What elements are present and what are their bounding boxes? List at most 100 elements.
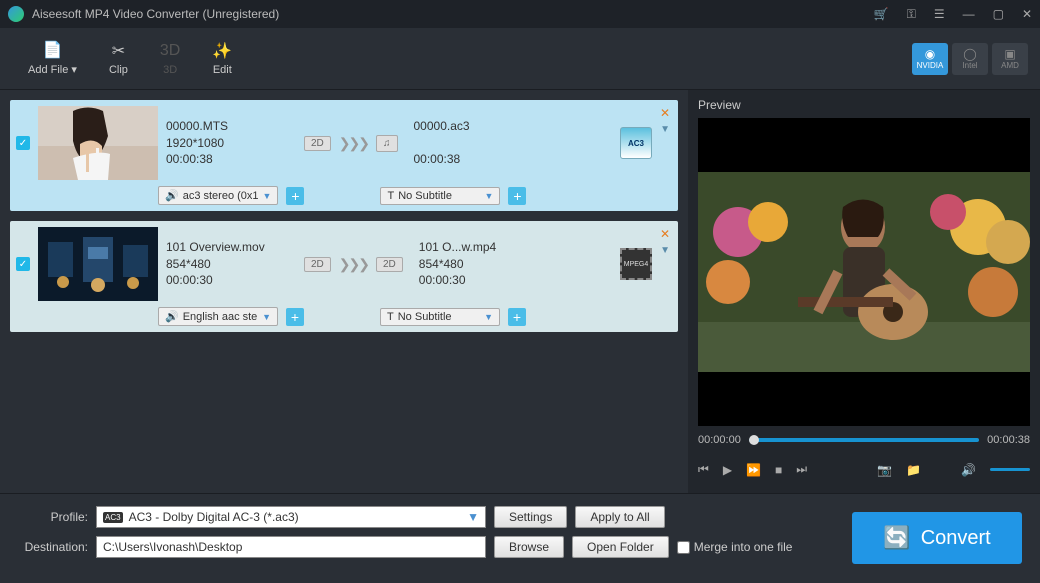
settings-button[interactable]: Settings bbox=[494, 506, 567, 528]
file-checkbox[interactable]: ✓ bbox=[16, 257, 30, 271]
expand-item-icon[interactable]: ▼ bbox=[660, 124, 670, 135]
scissors-icon: ✂ bbox=[112, 42, 125, 60]
subtitle-label: No Subtitle bbox=[398, 311, 452, 323]
speaker-icon: 🔊 bbox=[165, 189, 179, 202]
add-subtitle-button[interactable]: + bbox=[508, 187, 526, 205]
subtitle-select[interactable]: T No Subtitle ▼ bbox=[380, 187, 500, 205]
3d-label: 3D bbox=[163, 64, 177, 76]
subtitle-select[interactable]: T No Subtitle ▼ bbox=[380, 308, 500, 326]
intel-icon: ◯ bbox=[963, 47, 976, 61]
profile-label: Profile: bbox=[16, 510, 88, 524]
src-resolution: 854*480 bbox=[166, 256, 296, 273]
time-current: 00:00:00 bbox=[698, 434, 741, 446]
convert-icon: 🔄 bbox=[883, 525, 910, 551]
preview-video[interactable] bbox=[698, 118, 1030, 426]
snapshot-icon[interactable]: 📷 bbox=[877, 463, 892, 477]
play-icon[interactable]: ▶ bbox=[723, 463, 732, 477]
add-audio-button[interactable]: + bbox=[286, 187, 304, 205]
edit-button[interactable]: ✨ Edit bbox=[196, 36, 248, 82]
key-icon[interactable]: ⚿ bbox=[907, 7, 916, 22]
add-subtitle-button[interactable]: + bbox=[508, 308, 526, 326]
apply-all-button[interactable]: Apply to All bbox=[575, 506, 664, 528]
add-audio-button[interactable]: + bbox=[286, 308, 304, 326]
next-icon[interactable]: ⏭ bbox=[796, 462, 807, 477]
preview-pane: Preview bbox=[688, 90, 1040, 493]
gpu-nvidia-badge[interactable]: ◉ NVIDIA bbox=[912, 43, 948, 75]
destination-input[interactable]: C:\Users\Ivonash\Desktop bbox=[96, 536, 486, 558]
amd-label: AMD bbox=[1001, 61, 1019, 70]
app-logo-icon bbox=[8, 6, 24, 22]
audio-track-select[interactable]: 🔊 ac3 stereo (0x1 ▼ bbox=[158, 186, 278, 205]
src-filename: 101 Overview.mov bbox=[166, 239, 296, 256]
remove-item-icon[interactable]: ✕ bbox=[660, 106, 670, 120]
audio-track-select[interactable]: 🔊 English aac ste ▼ bbox=[158, 307, 278, 326]
time-total: 00:00:38 bbox=[987, 434, 1030, 446]
profile-value: AC3 - Dolby Digital AC-3 (*.ac3) bbox=[129, 510, 299, 524]
close-icon[interactable]: ✕ bbox=[1022, 7, 1032, 21]
browse-button[interactable]: Browse bbox=[494, 536, 564, 558]
speaker-icon: 🔊 bbox=[165, 310, 179, 323]
intel-label: Intel bbox=[962, 61, 977, 70]
arrows-icon: ❯❯❯ bbox=[339, 135, 368, 152]
file-thumbnail bbox=[38, 106, 158, 180]
gpu-amd-badge[interactable]: ▣ AMD bbox=[992, 43, 1028, 75]
maximize-icon[interactable]: ▢ bbox=[993, 7, 1004, 21]
out-filename: 101 O...w.mp4 bbox=[419, 239, 549, 256]
3d-button[interactable]: 3D 3D bbox=[144, 36, 196, 82]
clip-button[interactable]: ✂ Clip bbox=[93, 36, 144, 82]
destination-label: Destination: bbox=[16, 540, 88, 554]
volume-icon[interactable]: 🔊 bbox=[961, 463, 976, 477]
file-list: ✕ ▼ ✓ 00000.MTS 192 bbox=[0, 90, 688, 493]
format-ac3-icon: AC3 bbox=[620, 127, 652, 159]
nvidia-icon: ◉ bbox=[925, 47, 935, 61]
remove-item-icon[interactable]: ✕ bbox=[660, 227, 670, 241]
src-duration: 00:00:30 bbox=[166, 272, 296, 289]
out-duration: 00:00:30 bbox=[419, 272, 549, 289]
stop-icon[interactable]: ■ bbox=[775, 463, 782, 477]
window-title: Aiseesoft MP4 Video Converter (Unregiste… bbox=[32, 7, 874, 21]
volume-slider[interactable] bbox=[990, 468, 1030, 471]
out-duration: 00:00:38 bbox=[414, 151, 544, 168]
out-filename: 00000.ac3 bbox=[414, 118, 544, 135]
profile-select[interactable]: AC3 AC3 - Dolby Digital AC-3 (*.ac3) ▼ bbox=[96, 506, 486, 528]
cart-icon[interactable]: 🛒 bbox=[874, 7, 889, 21]
file-checkbox[interactable]: ✓ bbox=[16, 136, 30, 150]
caret-down-icon: ▼ bbox=[263, 191, 272, 201]
src-2d-badge: 2D bbox=[304, 257, 331, 272]
merge-checkbox[interactable]: Merge into one file bbox=[677, 540, 793, 554]
menu-icon[interactable]: ☰ bbox=[934, 7, 945, 21]
add-file-label: Add File bbox=[28, 64, 68, 76]
open-folder-button[interactable]: Open Folder bbox=[572, 536, 669, 558]
src-resolution: 1920*1080 bbox=[166, 135, 296, 152]
audio-track-label: ac3 stereo (0x1 bbox=[183, 190, 259, 202]
expand-item-icon[interactable]: ▼ bbox=[660, 245, 670, 256]
fast-forward-icon[interactable]: ⏩ bbox=[746, 463, 761, 477]
3d-icon: 3D bbox=[160, 42, 180, 60]
amd-icon: ▣ bbox=[1004, 47, 1015, 61]
subtitle-label: No Subtitle bbox=[398, 190, 452, 202]
merge-checkbox-input[interactable] bbox=[677, 541, 690, 554]
main-toolbar: 📄 Add File ▾ ✂ Clip 3D 3D ✨ Edit ◉ NVIDI… bbox=[0, 28, 1040, 90]
file-item[interactable]: ✕ ▼ ✓ 00000.MTS 192 bbox=[10, 100, 678, 211]
add-file-icon: 📄 bbox=[43, 41, 63, 59]
nvidia-label: NVIDIA bbox=[917, 61, 944, 70]
convert-button[interactable]: 🔄 Convert bbox=[852, 512, 1022, 564]
file-thumbnail bbox=[38, 227, 158, 301]
src-duration: 00:00:38 bbox=[166, 151, 296, 168]
seek-slider[interactable] bbox=[749, 438, 979, 442]
prev-icon[interactable]: ⏮ bbox=[698, 462, 709, 477]
format-mpeg4-icon: MPEG4 bbox=[620, 248, 652, 280]
folder-icon[interactable]: 📁 bbox=[906, 463, 921, 477]
file-item[interactable]: ✕ ▼ ✓ 101 Overvi bbox=[10, 221, 678, 332]
src-2d-badge: 2D bbox=[304, 136, 331, 151]
add-file-button[interactable]: 📄 Add File ▾ bbox=[12, 35, 93, 82]
out-2d-badge: 2D bbox=[376, 257, 403, 272]
bottom-panel: Profile: AC3 AC3 - Dolby Digital AC-3 (*… bbox=[0, 493, 1040, 583]
clip-label: Clip bbox=[109, 64, 128, 76]
gpu-intel-badge[interactable]: ◯ Intel bbox=[952, 43, 988, 75]
caret-down-icon: ▼ bbox=[485, 191, 494, 201]
add-file-caret-icon: ▾ bbox=[71, 64, 77, 76]
minimize-icon[interactable]: — bbox=[963, 7, 975, 21]
caret-down-icon: ▼ bbox=[484, 312, 493, 322]
caret-down-icon: ▼ bbox=[262, 312, 271, 322]
